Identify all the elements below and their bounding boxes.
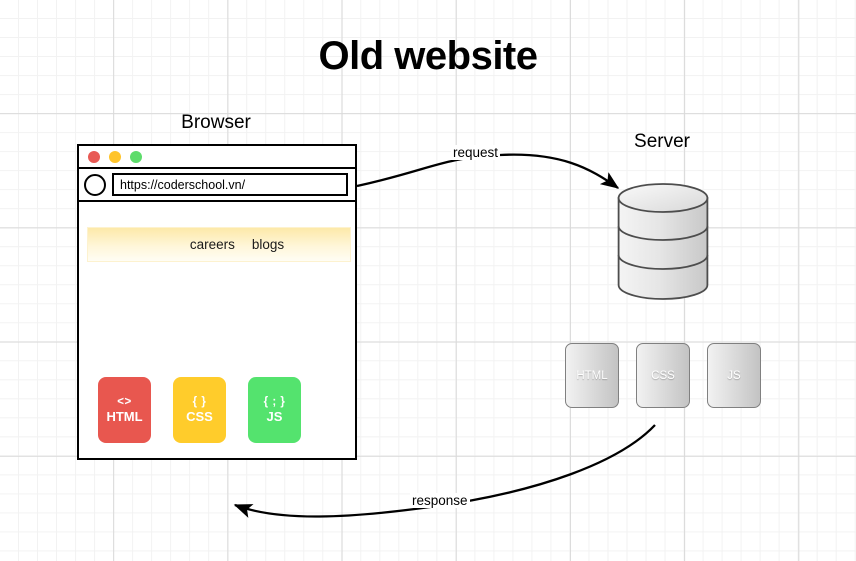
response-arrow-label: response	[410, 493, 470, 508]
code-badge-group: <> HTML { } CSS { ; } JS	[98, 377, 343, 443]
url-input[interactable]: https://coderschool.vn/	[112, 173, 348, 196]
browser-window: https://coderschool.vn/ careers blogs <>…	[77, 144, 357, 460]
server-label: Server	[634, 131, 690, 152]
file-box-css-label: CSS	[651, 369, 675, 382]
page-title: Old website	[318, 34, 539, 78]
maximize-dot-icon[interactable]	[130, 150, 142, 163]
file-box-js: JS	[707, 343, 761, 408]
badge-css: { } CSS	[173, 377, 226, 443]
database-cylinder-icon	[617, 183, 709, 300]
nav-item-careers[interactable]: careers	[190, 237, 235, 252]
browser-toolbar: https://coderschool.vn/	[79, 169, 355, 202]
badge-js-symbol: { ; }	[263, 395, 286, 408]
badge-css-label: CSS	[186, 409, 213, 425]
badge-css-symbol: { }	[192, 395, 207, 408]
badge-js: { ; } JS	[248, 377, 301, 443]
badge-js-label: JS	[266, 409, 283, 425]
request-arrow-label: request	[451, 145, 501, 160]
file-box-css: CSS	[636, 343, 690, 408]
url-text: https://coderschool.vn/	[120, 177, 246, 192]
browser-titlebar	[79, 146, 355, 169]
close-dot-icon[interactable]	[88, 150, 100, 163]
server-file-group: HTML CSS JS	[565, 343, 761, 408]
file-box-html: HTML	[565, 343, 619, 408]
badge-html-symbol: <>	[117, 395, 132, 408]
badge-html-label: HTML	[106, 409, 143, 425]
diagram-canvas: Old website Browser Server https://coder…	[0, 0, 856, 561]
nav-item-blogs[interactable]: blogs	[252, 237, 284, 252]
file-box-html-label: HTML	[576, 369, 608, 382]
file-box-js-label: JS	[727, 369, 741, 382]
browser-label: Browser	[181, 112, 251, 133]
site-nav-bar: careers blogs	[87, 227, 351, 262]
minimize-dot-icon[interactable]	[109, 150, 121, 163]
badge-html: <> HTML	[98, 377, 151, 443]
circle-icon[interactable]	[84, 173, 106, 196]
